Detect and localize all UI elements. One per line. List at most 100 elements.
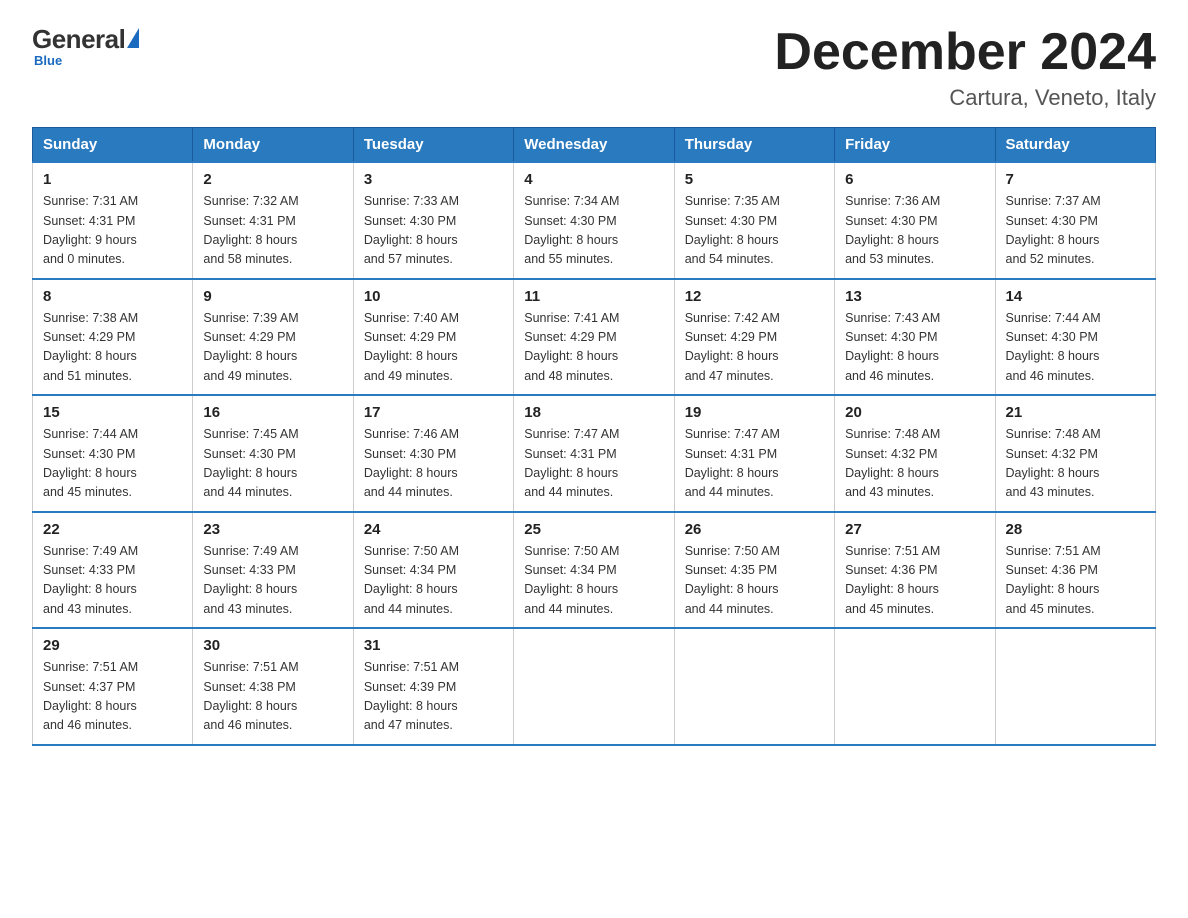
day-info: Sunrise: 7:36 AMSunset: 4:30 PMDaylight:… [845, 194, 940, 266]
day-info: Sunrise: 7:51 AMSunset: 4:36 PMDaylight:… [845, 544, 940, 616]
day-number: 21 [1006, 404, 1145, 421]
calendar-day-cell: 2 Sunrise: 7:32 AMSunset: 4:31 PMDaylight… [193, 162, 353, 279]
day-number: 23 [203, 521, 342, 538]
day-number: 29 [43, 637, 182, 654]
calendar-day-cell: 5 Sunrise: 7:35 AMSunset: 4:30 PMDaylight… [674, 162, 834, 279]
calendar-day-cell: 27 Sunrise: 7:51 AMSunset: 4:36 PMDayligh… [835, 512, 995, 629]
calendar-day-cell: 24Sunrise: 7:50 AMSunset: 4:34 PMDayligh… [353, 512, 513, 629]
day-info: Sunrise: 7:43 AMSunset: 4:30 PMDaylight:… [845, 311, 940, 383]
day-info: Sunrise: 7:48 AMSunset: 4:32 PMDaylight:… [845, 427, 940, 499]
day-info: Sunrise: 7:35 AMSunset: 4:30 PMDaylight:… [685, 194, 780, 266]
day-info: Sunrise: 7:50 AMSunset: 4:34 PMDaylight:… [364, 544, 459, 616]
calendar-day-cell: 23 Sunrise: 7:49 AMSunset: 4:33 PMDayligh… [193, 512, 353, 629]
weekday-header-row: SundayMondayTuesdayWednesdayThursdayFrid… [33, 128, 1156, 163]
day-info: Sunrise: 7:31 AMSunset: 4:31 PMDaylight:… [43, 194, 138, 266]
day-number: 9 [203, 288, 342, 305]
day-number: 4 [524, 171, 663, 188]
day-info: Sunrise: 7:38 AMSunset: 4:29 PMDaylight:… [43, 311, 138, 383]
calendar-empty-cell [514, 628, 674, 745]
day-info: Sunrise: 7:47 AMSunset: 4:31 PMDaylight:… [685, 427, 780, 499]
weekday-header-monday: Monday [193, 128, 353, 163]
day-number: 8 [43, 288, 182, 305]
calendar-day-cell: 31Sunrise: 7:51 AMSunset: 4:39 PMDayligh… [353, 628, 513, 745]
calendar-day-cell: 19 Sunrise: 7:47 AMSunset: 4:31 PMDayligh… [674, 395, 834, 512]
day-info: Sunrise: 7:47 AMSunset: 4:31 PMDaylight:… [524, 427, 619, 499]
weekday-header-friday: Friday [835, 128, 995, 163]
day-info: Sunrise: 7:48 AMSunset: 4:32 PMDaylight:… [1006, 427, 1101, 499]
calendar-week-row: 8 Sunrise: 7:38 AMSunset: 4:29 PMDaylight… [33, 279, 1156, 396]
day-info: Sunrise: 7:39 AMSunset: 4:29 PMDaylight:… [203, 311, 298, 383]
day-info: Sunrise: 7:51 AMSunset: 4:37 PMDaylight:… [43, 660, 138, 732]
calendar-day-cell: 21 Sunrise: 7:48 AMSunset: 4:32 PMDayligh… [995, 395, 1155, 512]
day-number: 7 [1006, 171, 1145, 188]
day-info: Sunrise: 7:44 AMSunset: 4:30 PMDaylight:… [43, 427, 138, 499]
day-info: Sunrise: 7:46 AMSunset: 4:30 PMDaylight:… [364, 427, 459, 499]
calendar-day-cell: 29 Sunrise: 7:51 AMSunset: 4:37 PMDayligh… [33, 628, 193, 745]
calendar-day-cell: 17 Sunrise: 7:46 AMSunset: 4:30 PMDayligh… [353, 395, 513, 512]
calendar-day-cell: 12 Sunrise: 7:42 AMSunset: 4:29 PMDayligh… [674, 279, 834, 396]
day-info: Sunrise: 7:50 AMSunset: 4:34 PMDaylight:… [524, 544, 619, 616]
day-info: Sunrise: 7:45 AMSunset: 4:30 PMDaylight:… [203, 427, 298, 499]
calendar-week-row: 22 Sunrise: 7:49 AMSunset: 4:33 PMDayligh… [33, 512, 1156, 629]
day-info: Sunrise: 7:50 AMSunset: 4:35 PMDaylight:… [685, 544, 780, 616]
weekday-header-sunday: Sunday [33, 128, 193, 163]
day-number: 3 [364, 171, 503, 188]
calendar-day-cell: 18Sunrise: 7:47 AMSunset: 4:31 PMDayligh… [514, 395, 674, 512]
calendar-day-cell: 16Sunrise: 7:45 AMSunset: 4:30 PMDayligh… [193, 395, 353, 512]
calendar-day-cell: 30 Sunrise: 7:51 AMSunset: 4:38 PMDayligh… [193, 628, 353, 745]
title-block: December 2024 Cartura, Veneto, Italy [774, 24, 1156, 111]
day-number: 2 [203, 171, 342, 188]
calendar-day-cell: 7 Sunrise: 7:37 AMSunset: 4:30 PMDaylight… [995, 162, 1155, 279]
calendar-day-cell: 13 Sunrise: 7:43 AMSunset: 4:30 PMDayligh… [835, 279, 995, 396]
day-info: Sunrise: 7:40 AMSunset: 4:29 PMDaylight:… [364, 311, 459, 383]
day-info: Sunrise: 7:33 AMSunset: 4:30 PMDaylight:… [364, 194, 459, 266]
day-number: 17 [364, 404, 503, 421]
logo: General Blue [32, 24, 139, 68]
day-info: Sunrise: 7:42 AMSunset: 4:29 PMDaylight:… [685, 311, 780, 383]
day-number: 13 [845, 288, 984, 305]
weekday-header-saturday: Saturday [995, 128, 1155, 163]
calendar-day-cell: 4Sunrise: 7:34 AMSunset: 4:30 PMDaylight… [514, 162, 674, 279]
day-info: Sunrise: 7:51 AMSunset: 4:36 PMDaylight:… [1006, 544, 1101, 616]
calendar-week-row: 15 Sunrise: 7:44 AMSunset: 4:30 PMDayligh… [33, 395, 1156, 512]
day-info: Sunrise: 7:51 AMSunset: 4:38 PMDaylight:… [203, 660, 298, 732]
day-info: Sunrise: 7:49 AMSunset: 4:33 PMDaylight:… [203, 544, 298, 616]
day-number: 20 [845, 404, 984, 421]
day-number: 22 [43, 521, 182, 538]
day-number: 25 [524, 521, 663, 538]
calendar-day-cell: 28 Sunrise: 7:51 AMSunset: 4:36 PMDayligh… [995, 512, 1155, 629]
day-info: Sunrise: 7:32 AMSunset: 4:31 PMDaylight:… [203, 194, 298, 266]
calendar-day-cell: 20 Sunrise: 7:48 AMSunset: 4:32 PMDayligh… [835, 395, 995, 512]
day-number: 15 [43, 404, 182, 421]
logo-triangle-icon [127, 28, 139, 48]
logo-blue-text: Blue [34, 53, 62, 68]
calendar-day-cell: 11Sunrise: 7:41 AMSunset: 4:29 PMDayligh… [514, 279, 674, 396]
calendar-day-cell: 26 Sunrise: 7:50 AMSunset: 4:35 PMDayligh… [674, 512, 834, 629]
calendar-table: SundayMondayTuesdayWednesdayThursdayFrid… [32, 127, 1156, 746]
day-number: 6 [845, 171, 984, 188]
calendar-empty-cell [995, 628, 1155, 745]
day-number: 19 [685, 404, 824, 421]
day-number: 27 [845, 521, 984, 538]
weekday-header-wednesday: Wednesday [514, 128, 674, 163]
day-number: 12 [685, 288, 824, 305]
location-text: Cartura, Veneto, Italy [774, 85, 1156, 111]
calendar-week-row: 1Sunrise: 7:31 AMSunset: 4:31 PMDaylight… [33, 162, 1156, 279]
month-title: December 2024 [774, 24, 1156, 81]
weekday-header-thursday: Thursday [674, 128, 834, 163]
calendar-empty-cell [674, 628, 834, 745]
calendar-day-cell: 25 Sunrise: 7:50 AMSunset: 4:34 PMDayligh… [514, 512, 674, 629]
day-number: 26 [685, 521, 824, 538]
calendar-week-row: 29 Sunrise: 7:51 AMSunset: 4:37 PMDayligh… [33, 628, 1156, 745]
day-number: 30 [203, 637, 342, 654]
calendar-day-cell: 8 Sunrise: 7:38 AMSunset: 4:29 PMDaylight… [33, 279, 193, 396]
calendar-day-cell: 10 Sunrise: 7:40 AMSunset: 4:29 PMDayligh… [353, 279, 513, 396]
calendar-day-cell: 14Sunrise: 7:44 AMSunset: 4:30 PMDayligh… [995, 279, 1155, 396]
day-info: Sunrise: 7:49 AMSunset: 4:33 PMDaylight:… [43, 544, 138, 616]
day-info: Sunrise: 7:41 AMSunset: 4:29 PMDaylight:… [524, 311, 619, 383]
calendar-day-cell: 1Sunrise: 7:31 AMSunset: 4:31 PMDaylight… [33, 162, 193, 279]
day-info: Sunrise: 7:37 AMSunset: 4:30 PMDaylight:… [1006, 194, 1101, 266]
day-number: 10 [364, 288, 503, 305]
day-number: 28 [1006, 521, 1145, 538]
day-number: 5 [685, 171, 824, 188]
